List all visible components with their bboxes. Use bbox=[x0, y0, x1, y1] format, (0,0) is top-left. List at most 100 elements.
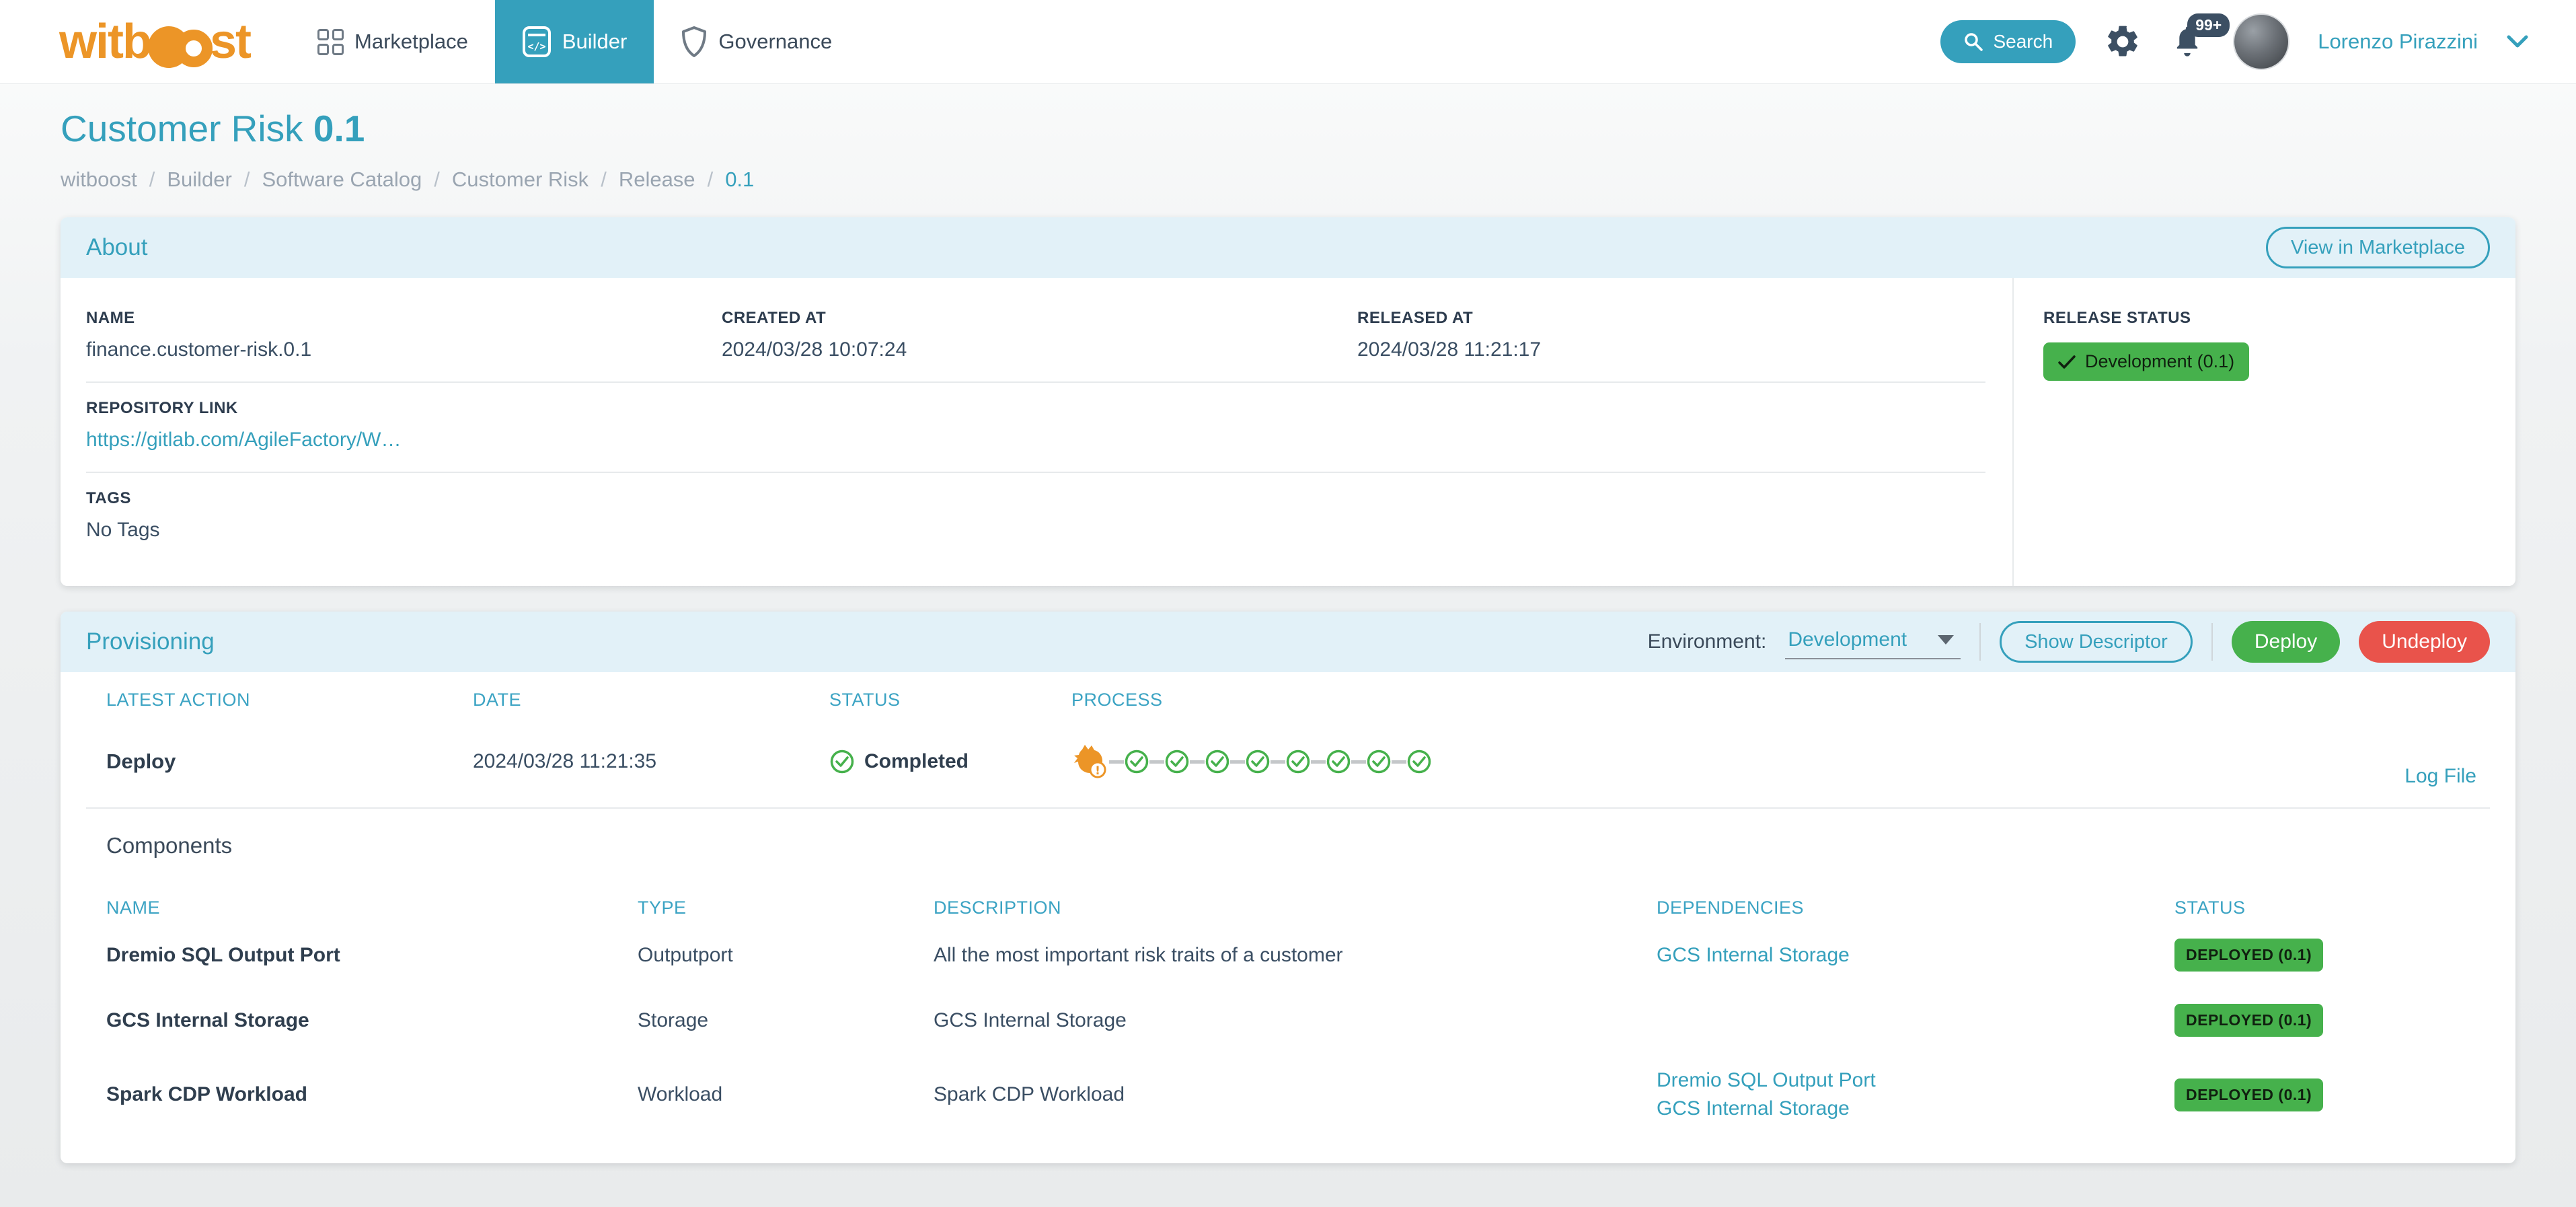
component-status: DEPLOYED (0.1) bbox=[2174, 1062, 2490, 1128]
col-status: STATUS bbox=[829, 690, 901, 710]
col-type: TYPE bbox=[638, 898, 687, 918]
process-check-icon bbox=[1407, 749, 1431, 774]
process-check-icon bbox=[1246, 749, 1270, 774]
divider bbox=[86, 807, 2490, 809]
provisioning-card: Provisioning Environment: Development Sh… bbox=[61, 612, 2515, 1163]
environment-select[interactable]: Development bbox=[1785, 624, 1961, 659]
component-status: DEPLOYED (0.1) bbox=[2174, 922, 2490, 988]
search-label: Search bbox=[1993, 31, 2053, 52]
process-steps: ! bbox=[1071, 743, 1432, 780]
process-connector bbox=[1311, 760, 1326, 764]
chevron-down-icon[interactable] bbox=[2506, 34, 2529, 49]
dependency-link[interactable]: GCS Internal Storage bbox=[1657, 944, 2161, 967]
dependency-link[interactable]: GCS Internal Storage bbox=[1657, 1097, 2161, 1120]
log-file-link[interactable]: Log File bbox=[2404, 765, 2476, 788]
topbar-actions: Search 99+ Lorenzo Pirazzini bbox=[1940, 13, 2529, 70]
nav-item-builder[interactable]: </> Builder bbox=[494, 0, 654, 83]
nav-label: Governance bbox=[718, 30, 833, 53]
field-released-at: RELEASED AT 2024/03/28 11:21:17 bbox=[1357, 309, 1542, 361]
field-tags: TAGS No Tags bbox=[86, 489, 160, 541]
gear-icon bbox=[2108, 26, 2137, 57]
process-check-icon bbox=[1326, 749, 1351, 774]
latest-action-table: LATEST ACTION DATE STATUS PROCESS Deploy… bbox=[86, 690, 2490, 787]
dependency-link[interactable]: Dremio SQL Output Port bbox=[1657, 1069, 2161, 1092]
show-descriptor-button[interactable]: Show Descriptor bbox=[2000, 621, 2193, 663]
breadcrumb-item[interactable]: witboost bbox=[61, 168, 137, 192]
nav-label: Builder bbox=[562, 30, 628, 53]
process-connector bbox=[1351, 760, 1366, 764]
breadcrumb: witboost / Builder / Software Catalog / Custom… bbox=[61, 168, 2515, 192]
field-repository-link: REPOSITORY LINK https://gitlab.com/Agile… bbox=[86, 399, 402, 451]
process-connector bbox=[1109, 760, 1124, 764]
field-name: NAME finance.customer-risk.0.1 bbox=[86, 309, 312, 361]
deployed-status-badge: DEPLOYED (0.1) bbox=[2174, 1078, 2324, 1111]
top-nav-bar: witb st Marketplace </> Builder Governan… bbox=[0, 0, 2576, 84]
divider bbox=[2211, 623, 2213, 661]
components-table: NAME TYPE DESCRIPTION DEPENDENCIES STATU… bbox=[86, 881, 2490, 1136]
repository-link[interactable]: https://gitlab.com/AgileFactory/W… bbox=[86, 429, 402, 451]
component-type: Outputport bbox=[638, 943, 733, 966]
settings-button[interactable] bbox=[2104, 23, 2142, 61]
component-type: Workload bbox=[638, 1083, 723, 1105]
col-name: NAME bbox=[106, 898, 161, 918]
component-name: GCS Internal Storage bbox=[106, 1009, 309, 1031]
about-title: About bbox=[86, 234, 148, 260]
process-connector bbox=[1271, 760, 1285, 764]
shield-icon bbox=[682, 26, 707, 57]
search-icon bbox=[1965, 33, 1983, 51]
provisioning-title: Provisioning bbox=[86, 628, 215, 655]
component-dependencies: Dremio SQL Output Port GCS Internal Stora… bbox=[1657, 1053, 2174, 1136]
witboost-mascot-warning-icon: ! bbox=[1074, 745, 1106, 778]
latest-action-date: 2024/03/28 11:21:35 bbox=[473, 750, 657, 772]
breadcrumb-separator: / bbox=[601, 168, 607, 191]
logo-text-right: st bbox=[209, 15, 252, 69]
about-fields: NAME finance.customer-risk.0.1 CREATED A… bbox=[61, 278, 2012, 586]
component-dependencies bbox=[1657, 1004, 2174, 1037]
divider bbox=[1979, 623, 1981, 661]
check-circle-icon bbox=[830, 749, 854, 774]
process-check-icon bbox=[1205, 749, 1229, 774]
nav-item-marketplace[interactable]: Marketplace bbox=[291, 0, 495, 83]
breadcrumb-separator: / bbox=[434, 168, 440, 191]
caret-down-icon bbox=[1938, 635, 1955, 645]
process-check-icon bbox=[1165, 749, 1189, 774]
breadcrumb-item[interactable]: Software Catalog bbox=[262, 168, 422, 192]
col-date: DATE bbox=[473, 690, 522, 710]
main-navigation: Marketplace </> Builder Governance bbox=[291, 0, 859, 83]
process-connector bbox=[1190, 760, 1205, 764]
view-in-marketplace-button[interactable]: View in Marketplace bbox=[2266, 227, 2490, 268]
entity-version: 0.1 bbox=[313, 108, 365, 149]
release-status-panel: RELEASE STATUS Development (0.1) bbox=[2012, 278, 2515, 586]
deploy-button[interactable]: Deploy bbox=[2231, 621, 2341, 663]
check-icon bbox=[2058, 355, 2076, 369]
col-latest-action: LATEST ACTION bbox=[106, 690, 251, 710]
col-process: PROCESS bbox=[1071, 690, 1163, 710]
undeploy-button[interactable]: Undeploy bbox=[2359, 621, 2490, 663]
search-button[interactable]: Search bbox=[1940, 20, 2076, 63]
process-check-icon bbox=[1286, 749, 1310, 774]
breadcrumb-item[interactable]: Builder bbox=[167, 168, 232, 192]
col-dependencies: DEPENDENCIES bbox=[1657, 898, 1805, 918]
breadcrumb-item[interactable]: Customer Risk bbox=[452, 168, 589, 192]
component-type: Storage bbox=[638, 1009, 709, 1031]
user-avatar[interactable] bbox=[2233, 13, 2290, 70]
component-name: Spark CDP Workload bbox=[106, 1083, 307, 1105]
breadcrumb-separator: / bbox=[707, 168, 714, 191]
nav-item-governance[interactable]: Governance bbox=[654, 0, 859, 83]
nav-label: Marketplace bbox=[354, 30, 468, 53]
process-connector bbox=[1149, 760, 1164, 764]
latest-action-value: Deploy bbox=[106, 749, 176, 773]
logo-text-left: witb bbox=[59, 15, 152, 69]
entity-name: Customer Risk bbox=[61, 108, 303, 149]
process-check-icon bbox=[1367, 749, 1391, 774]
component-description: All the most important risk traits of a … bbox=[934, 943, 1343, 966]
breadcrumb-item[interactable]: Release bbox=[619, 168, 695, 192]
breadcrumb-item[interactable]: 0.1 bbox=[725, 168, 754, 192]
notification-count-badge: 99+ bbox=[2187, 13, 2230, 37]
user-name[interactable]: Lorenzo Pirazzini bbox=[2318, 30, 2478, 54]
component-description: GCS Internal Storage bbox=[934, 1009, 1127, 1031]
notifications-button[interactable]: 99+ bbox=[2170, 13, 2230, 59]
component-status: DEPLOYED (0.1) bbox=[2174, 988, 2490, 1053]
witboost-logo[interactable]: witb st bbox=[59, 14, 252, 69]
breadcrumb-separator: / bbox=[243, 168, 250, 191]
